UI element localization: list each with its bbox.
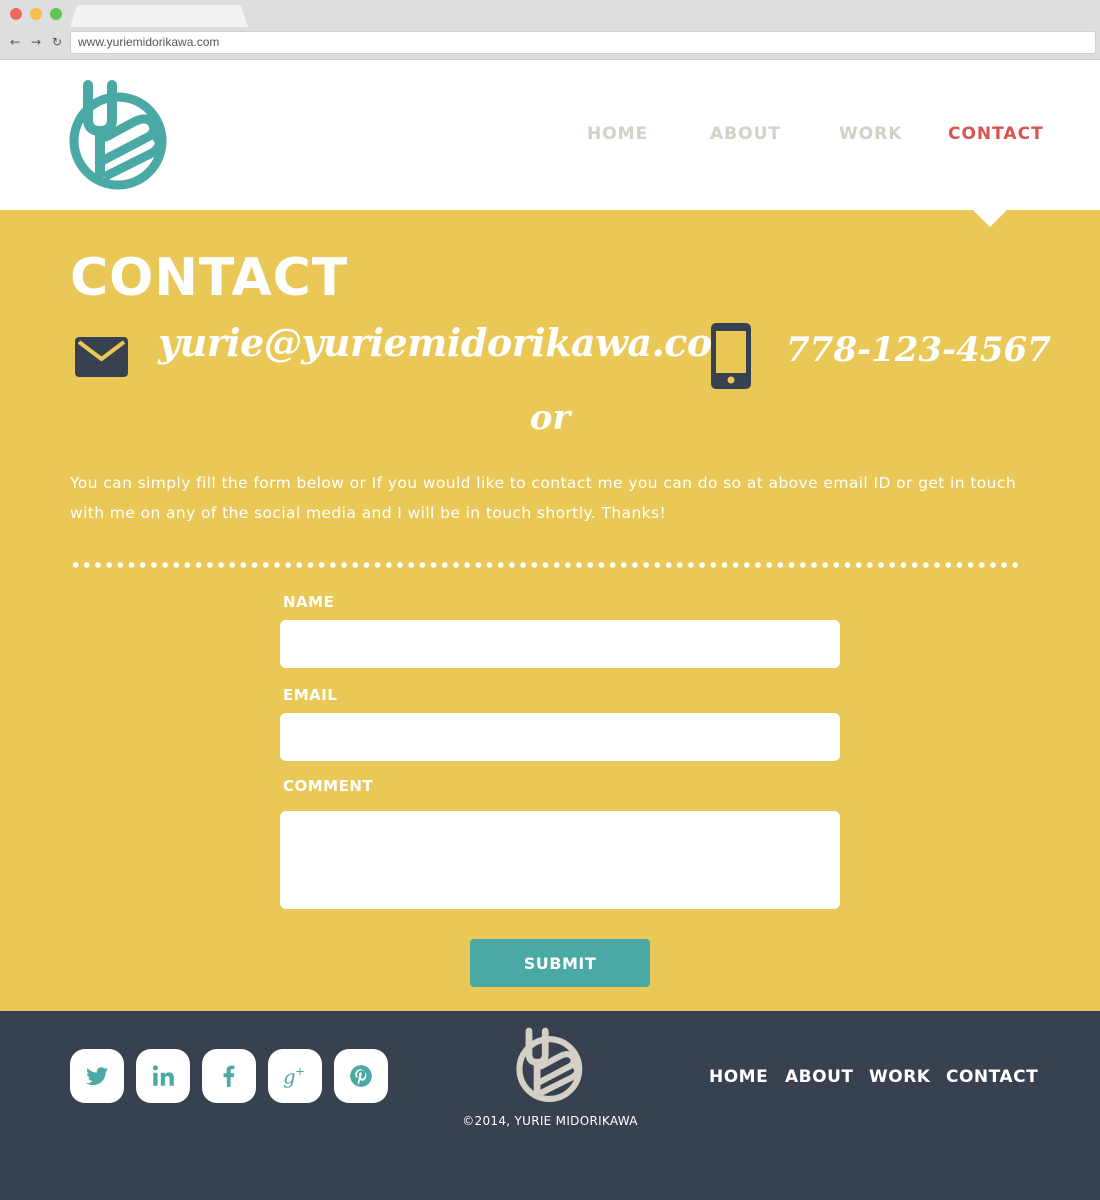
nav-contact[interactable]: CONTACT xyxy=(948,124,1044,144)
nav-work[interactable]: WORK xyxy=(839,124,902,144)
submit-button[interactable]: SUBMIT xyxy=(470,939,650,987)
footer-ym-monogram-logo[interactable] xyxy=(515,1027,585,1103)
reload-icon[interactable]: ↻ xyxy=(50,35,64,49)
or-separator: or xyxy=(529,398,571,438)
name-label: NAME xyxy=(283,593,335,611)
intro-paragraph: You can simply fill the form below or If… xyxy=(70,474,1017,522)
footer-nav-about[interactable]: ABOUT xyxy=(785,1067,853,1087)
envelope-icon xyxy=(75,337,128,377)
address-bar[interactable]: www.yuriemidorikawa.com xyxy=(70,31,1096,54)
browser-nav-buttons: ← → ↻ xyxy=(8,35,64,49)
dotted-divider xyxy=(70,562,1024,568)
site-footer: g + ©2014, YURIE MIDORIKAWA HOME ABOUT WO… xyxy=(0,1011,1100,1200)
comment-label: COMMENT xyxy=(283,777,374,795)
contact-phone: 778-123-4567 xyxy=(786,330,1051,370)
arrow-right-icon[interactable]: → xyxy=(29,35,43,49)
maximize-window-button[interactable] xyxy=(50,8,62,20)
copyright-text: ©2014, YURIE MIDORIKAWA xyxy=(462,1114,638,1128)
close-window-button[interactable] xyxy=(10,8,22,20)
browser-tab[interactable] xyxy=(70,5,248,27)
main-nav: HOME ABOUT WORK CONTACT xyxy=(0,124,1100,148)
active-nav-indicator xyxy=(973,210,1007,227)
footer-nav: HOME ABOUT WORK CONTACT xyxy=(0,1067,1100,1091)
mobile-phone-icon xyxy=(711,323,751,389)
window-controls xyxy=(10,8,62,20)
email-field[interactable] xyxy=(280,713,840,761)
nav-home[interactable]: HOME xyxy=(587,124,648,144)
comment-field[interactable] xyxy=(280,811,840,909)
minimize-window-button[interactable] xyxy=(30,8,42,20)
contact-section: CONTACT yurie@yuriemidorikawa.com 778-12… xyxy=(0,210,1100,1011)
footer-nav-work[interactable]: WORK xyxy=(869,1067,930,1087)
page-title: CONTACT xyxy=(70,248,349,308)
footer-nav-contact[interactable]: CONTACT xyxy=(946,1067,1038,1087)
site-header: HOME ABOUT WORK CONTACT xyxy=(0,61,1100,210)
name-field[interactable] xyxy=(280,620,840,668)
contact-email-link[interactable]: yurie@yuriemidorikawa.com xyxy=(158,320,752,365)
email-label: EMAIL xyxy=(283,686,338,704)
footer-nav-home[interactable]: HOME xyxy=(709,1067,768,1087)
browser-chrome: ← → ↻ www.yuriemidorikawa.com xyxy=(0,0,1100,60)
arrow-left-icon[interactable]: ← xyxy=(8,35,22,49)
nav-about[interactable]: ABOUT xyxy=(710,124,781,144)
